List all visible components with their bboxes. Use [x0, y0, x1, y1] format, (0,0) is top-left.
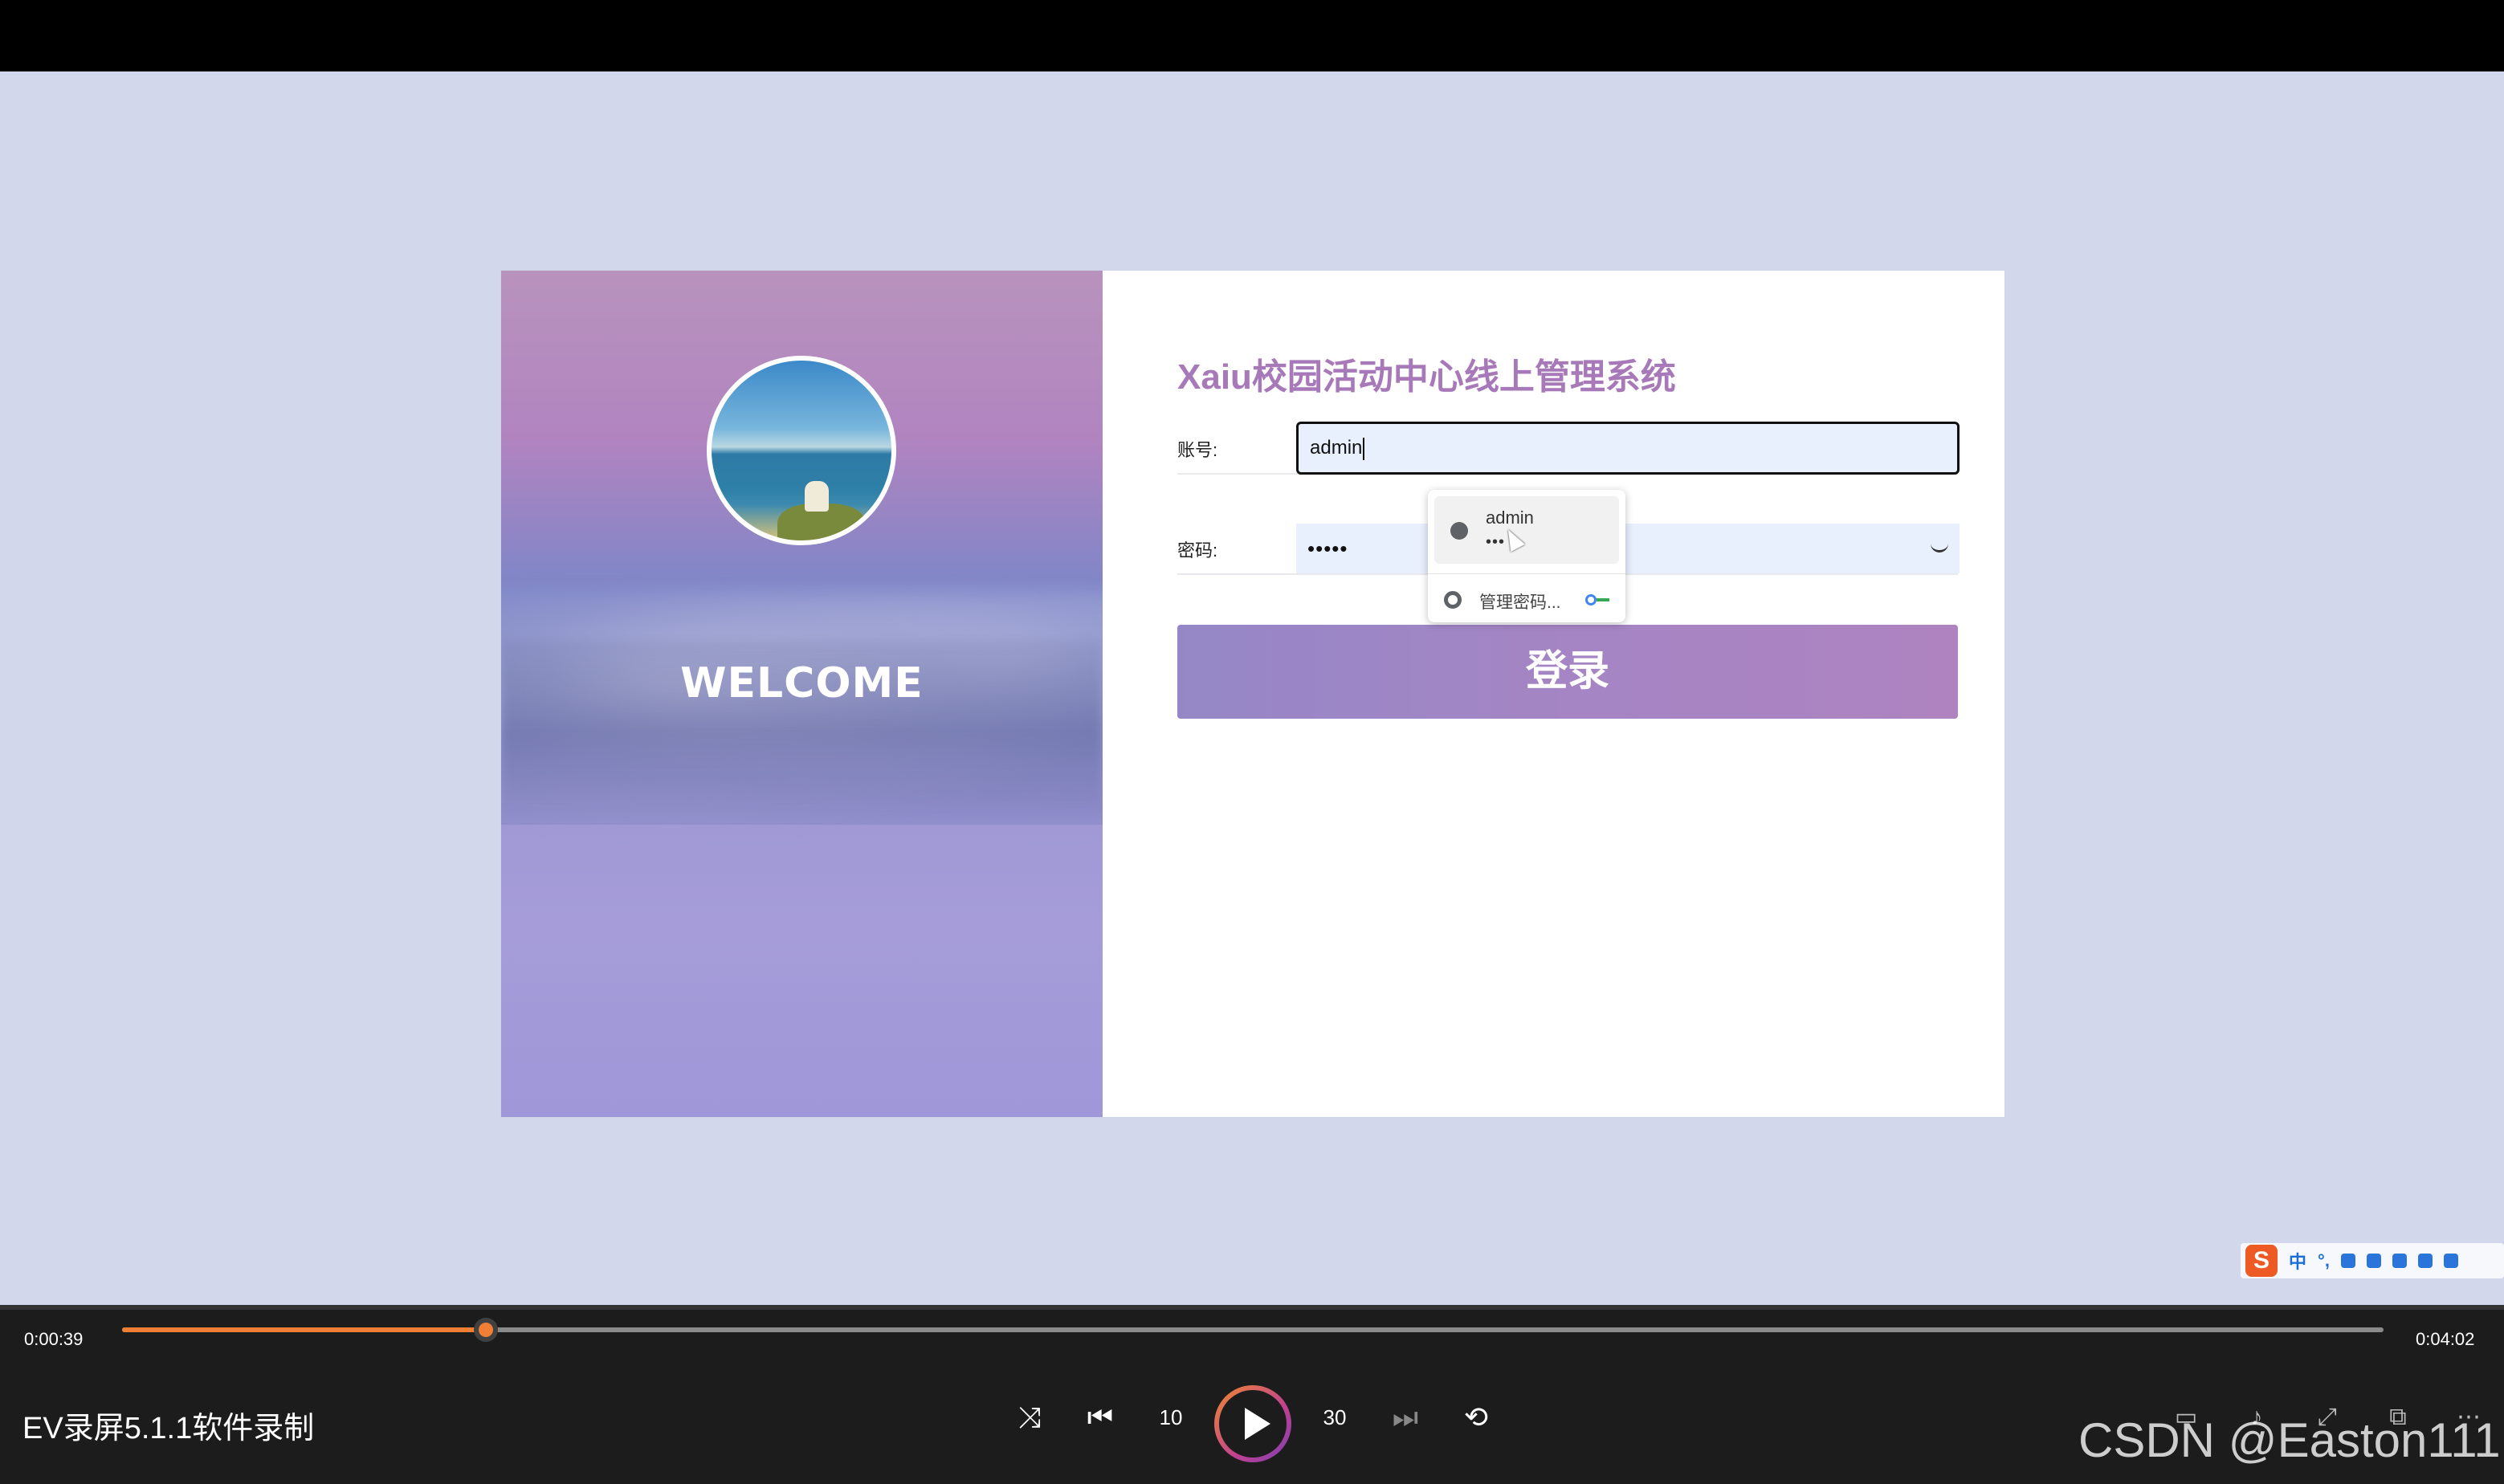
ime-language-toggle[interactable]: 中 [2289, 1248, 2306, 1274]
toolbox-icon[interactable] [2417, 1254, 2433, 1268]
progress-thumb[interactable] [474, 1318, 499, 1342]
password-label: 密码: [1177, 540, 1218, 561]
key-icon [1585, 594, 1611, 605]
ime-toolbar: S 中 °, [2241, 1243, 2504, 1278]
progress-slider[interactable] [122, 1318, 2384, 1342]
background-fog [501, 825, 1103, 1117]
autofill-suggestion[interactable]: admin ••• [1434, 496, 1619, 564]
welcome-panel: WELCOME [501, 271, 1103, 1117]
player-top-edge [0, 1305, 2504, 1310]
autofill-username: admin [1486, 508, 1534, 528]
eye-closed-icon[interactable] [1931, 541, 1948, 552]
top-black-bar [0, 0, 2504, 71]
current-time: 0:00:39 [24, 1329, 84, 1349]
media-title: EV录屏5.1.1软件录制 [22, 1412, 315, 1445]
login-button[interactable]: 登录 [1177, 625, 1958, 719]
password-autofill-dropdown: admin ••• 管理密码... [1428, 490, 1625, 622]
page-title: Xaiu校园活动中心线上管理系统 [1177, 357, 1676, 397]
play-button-inner [1219, 1390, 1287, 1458]
sogou-logo-icon[interactable]: S [2245, 1245, 2278, 1277]
ime-punctuation-toggle[interactable]: °, [2318, 1250, 2330, 1271]
keyboard-icon[interactable] [2366, 1254, 2381, 1268]
forward-30-button[interactable]: 30 [1311, 1393, 1359, 1441]
total-time: 0:04:02 [2416, 1329, 2475, 1349]
chrome-icon [1444, 591, 1462, 609]
username-value: admin [1310, 437, 1363, 459]
password-value: ••••• [1307, 536, 1348, 561]
previous-track-icon[interactable]: ⏮ [1076, 1393, 1124, 1441]
username-label: 账号: [1177, 440, 1218, 460]
autofill-divider [1428, 573, 1625, 574]
rewind-10-button[interactable]: 10 [1147, 1393, 1195, 1441]
username-input[interactable]: admin [1296, 422, 1960, 475]
avatar-person [805, 481, 829, 512]
username-row: 账号: admin [1177, 422, 1960, 475]
progress-fill [122, 1327, 487, 1332]
login-card: WELCOME Xaiu校园活动中心线上管理系统 账号: admin 密码: •… [501, 271, 2004, 1117]
rewind-10-label: 10 [1159, 1405, 1183, 1429]
password-input[interactable]: ••••• [1296, 524, 1960, 573]
csdn-watermark: CSDN @Easton111 [2078, 1413, 2501, 1467]
microphone-icon[interactable] [2340, 1254, 2355, 1268]
forward-30-label: 30 [1323, 1405, 1347, 1429]
media-player-controls: 0:00:39 0:04:02 EV录屏5.1.1软件录制 ⤨ ⏮ 10 30 … [0, 1305, 2504, 1484]
next-track-icon[interactable]: ⏭ [1381, 1393, 1429, 1441]
skin-icon[interactable] [2392, 1254, 2407, 1268]
play-icon [1245, 1408, 1270, 1440]
welcome-text: WELCOME [680, 659, 924, 707]
shuffle-icon[interactable]: ⤨ [1005, 1393, 1054, 1441]
ime-settings-icon[interactable] [2443, 1254, 2458, 1268]
play-button[interactable] [1214, 1385, 1291, 1462]
login-form-panel: Xaiu校园活动中心线上管理系统 账号: admin 密码: ••••• 登录 [1103, 271, 2004, 1117]
globe-icon [1450, 522, 1468, 540]
text-cursor [1363, 437, 1365, 460]
manage-passwords-item[interactable]: 管理密码... [1428, 580, 1625, 620]
manage-passwords-label: 管理密码... [1479, 593, 1561, 612]
repeat-icon[interactable]: ⟲ [1452, 1393, 1500, 1441]
avatar [707, 356, 896, 545]
